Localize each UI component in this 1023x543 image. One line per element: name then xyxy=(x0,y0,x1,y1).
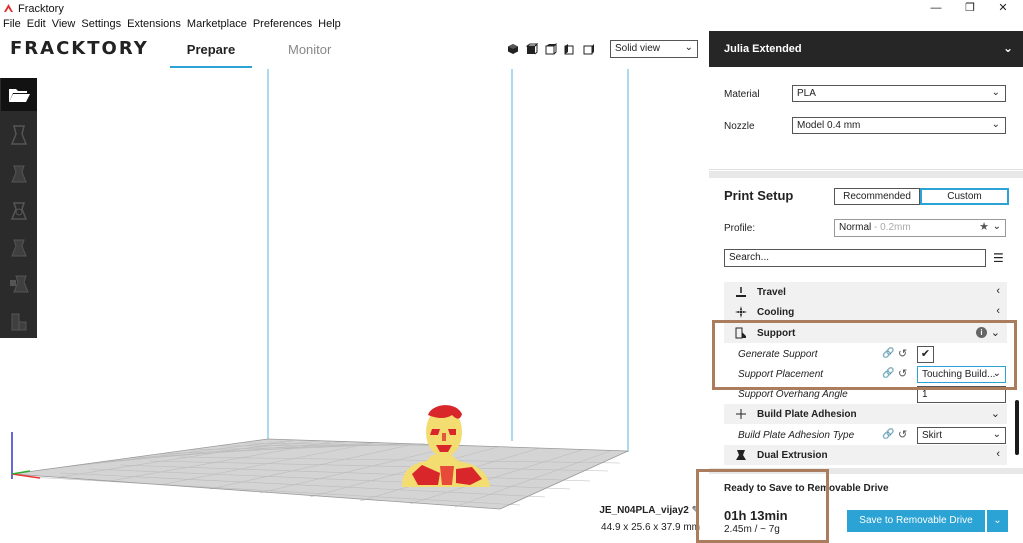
chevron-left-icon: ‹ xyxy=(996,305,1000,317)
maximize-button[interactable]: ❐ xyxy=(955,0,985,17)
scale-tool-icon[interactable] xyxy=(9,162,29,184)
chevron-left-icon: ‹ xyxy=(996,285,1000,297)
view-3d-icon[interactable] xyxy=(507,43,519,55)
open-file-button[interactable] xyxy=(1,78,37,111)
category-label: Dual Extrusion xyxy=(757,450,828,461)
category-label: Cooling xyxy=(757,307,795,318)
settings-search-input[interactable]: Search... xyxy=(724,249,986,267)
menu-settings[interactable]: Settings xyxy=(78,17,124,31)
camera-view-buttons xyxy=(507,43,595,55)
mirror-tool-icon[interactable] xyxy=(9,236,29,258)
profile-select[interactable]: Normal - 0.2mm ★ ⌄ xyxy=(834,219,1006,237)
output-device-dropdown[interactable]: ⌄ xyxy=(987,510,1008,532)
support-blocker-icon[interactable] xyxy=(9,310,29,332)
category-travel[interactable]: Travel ‹ xyxy=(724,282,1007,302)
category-label: Travel xyxy=(757,287,786,298)
support-highlight-box xyxy=(712,320,1017,390)
chevron-down-icon: ⌄ xyxy=(1002,41,1013,55)
chevron-down-icon: ⌄ xyxy=(992,429,1001,440)
window-title: Fracktory xyxy=(18,3,64,15)
reset-icon[interactable]: ↺ xyxy=(898,428,907,441)
rotate-tool-icon[interactable] xyxy=(9,199,29,221)
setting-label: Support Overhang Angle xyxy=(738,389,848,400)
chevron-down-icon: ⌄ xyxy=(992,221,1001,232)
category-dual-extrusion[interactable]: Dual Extrusion ‹ xyxy=(724,445,1007,465)
recommended-tab[interactable]: Recommended xyxy=(834,188,920,205)
view-front-icon[interactable] xyxy=(526,43,538,55)
view-right-icon[interactable] xyxy=(583,43,595,55)
chevron-down-icon: ⌄ xyxy=(991,87,1000,98)
nozzle-label: Nozzle xyxy=(724,121,755,132)
link-icon[interactable]: 🔗 xyxy=(882,429,894,440)
nozzle-select[interactable]: Model 0.4 mm ⌄ xyxy=(792,117,1006,134)
file-info: JE_N04PLA_vijay2 ✎ 44.9 x 25.6 x 37.9 mm xyxy=(560,505,700,533)
star-icon[interactable]: ★ xyxy=(979,220,989,233)
save-to-removable-drive-button[interactable]: Save to Removable Drive xyxy=(847,510,985,532)
menu-help[interactable]: Help xyxy=(315,17,344,31)
printer-name: Julia Extended xyxy=(724,43,802,55)
fracktory-app: Fracktory — ❐ ✕ File Edit View Settings … xyxy=(0,0,1023,543)
setting-label: Build Plate Adhesion Type xyxy=(738,430,855,441)
profile-label: Profile: xyxy=(724,223,756,234)
tab-monitor[interactable]: Monitor xyxy=(288,42,331,57)
printer-selector[interactable]: Julia Extended ⌄ xyxy=(709,31,1023,67)
category-label: Build Plate Adhesion xyxy=(757,409,857,420)
menu-preferences[interactable]: Preferences xyxy=(250,17,315,31)
title-bar: Fracktory — ❐ ✕ xyxy=(0,0,1023,17)
category-build-plate-adhesion[interactable]: Build Plate Adhesion ⌄ xyxy=(724,404,1007,424)
fan-icon xyxy=(735,306,747,318)
dual-extrusion-icon xyxy=(736,450,746,460)
menu-marketplace[interactable]: Marketplace xyxy=(184,17,250,31)
view-mode-value: Solid view xyxy=(615,43,661,54)
chevron-down-icon: ⌄ xyxy=(991,119,1000,130)
view-mode-select[interactable]: Solid view ⌄ xyxy=(610,40,698,58)
model-dimensions: 44.9 x 25.6 x 37.9 mm xyxy=(601,522,700,533)
chevron-down-icon: ⌄ xyxy=(990,408,1000,420)
view-left-icon[interactable] xyxy=(564,43,576,55)
custom-tab[interactable]: Custom xyxy=(920,188,1009,205)
per-model-settings-icon[interactable] xyxy=(9,272,29,294)
adhesion-icon xyxy=(736,409,746,419)
material-panel: Material PLA ⌄ Nozzle Model 0.4 mm ⌄ xyxy=(709,67,1023,170)
minimize-button[interactable]: — xyxy=(921,0,951,17)
profile-layer-height: - 0.2mm xyxy=(874,222,911,233)
app-logo-icon xyxy=(4,4,13,12)
chevron-down-icon: ⌄ xyxy=(993,515,1002,526)
left-toolbar xyxy=(0,78,37,338)
header-bar: FRACKTORY Prepare Monitor Solid view ⌄ xyxy=(0,31,709,69)
chevron-down-icon: ⌄ xyxy=(684,42,693,53)
panel-divider xyxy=(709,171,1023,178)
menu-icon[interactable]: ☰ xyxy=(993,251,1004,265)
adhesion-type-select[interactable]: Skirt ⌄ xyxy=(917,427,1006,444)
3d-viewport[interactable] xyxy=(0,69,709,543)
file-name[interactable]: JE_N04PLA_vijay2 ✎ xyxy=(560,505,700,516)
category-cooling[interactable]: Cooling ‹ xyxy=(724,302,1007,322)
menu-view[interactable]: View xyxy=(49,17,79,31)
print-time-highlight-box xyxy=(696,469,829,543)
setting-adhesion-type: Build Plate Adhesion Type 🔗 ↺ Skirt ⌄ xyxy=(724,425,1007,445)
material-label: Material xyxy=(724,89,760,100)
move-tool-icon[interactable] xyxy=(9,124,29,146)
menu-bar: File Edit View Settings Extensions Marke… xyxy=(0,17,344,31)
folder-open-icon xyxy=(9,89,30,102)
print-setup-title: Print Setup xyxy=(724,188,794,203)
tab-prepare[interactable]: Prepare xyxy=(170,42,252,68)
menu-edit[interactable]: Edit xyxy=(24,17,49,31)
menu-extensions[interactable]: Extensions xyxy=(124,17,184,31)
travel-icon xyxy=(736,287,746,297)
fracktory-logo: FRACKTORY xyxy=(10,38,149,59)
chevron-left-icon: ‹ xyxy=(996,448,1000,460)
material-select[interactable]: PLA ⌄ xyxy=(792,85,1006,102)
build-volume xyxy=(11,69,629,510)
close-button[interactable]: ✕ xyxy=(988,0,1018,17)
menu-file[interactable]: File xyxy=(0,17,24,31)
view-top-icon[interactable] xyxy=(545,43,557,55)
settings-scrollbar[interactable] xyxy=(1015,400,1019,455)
